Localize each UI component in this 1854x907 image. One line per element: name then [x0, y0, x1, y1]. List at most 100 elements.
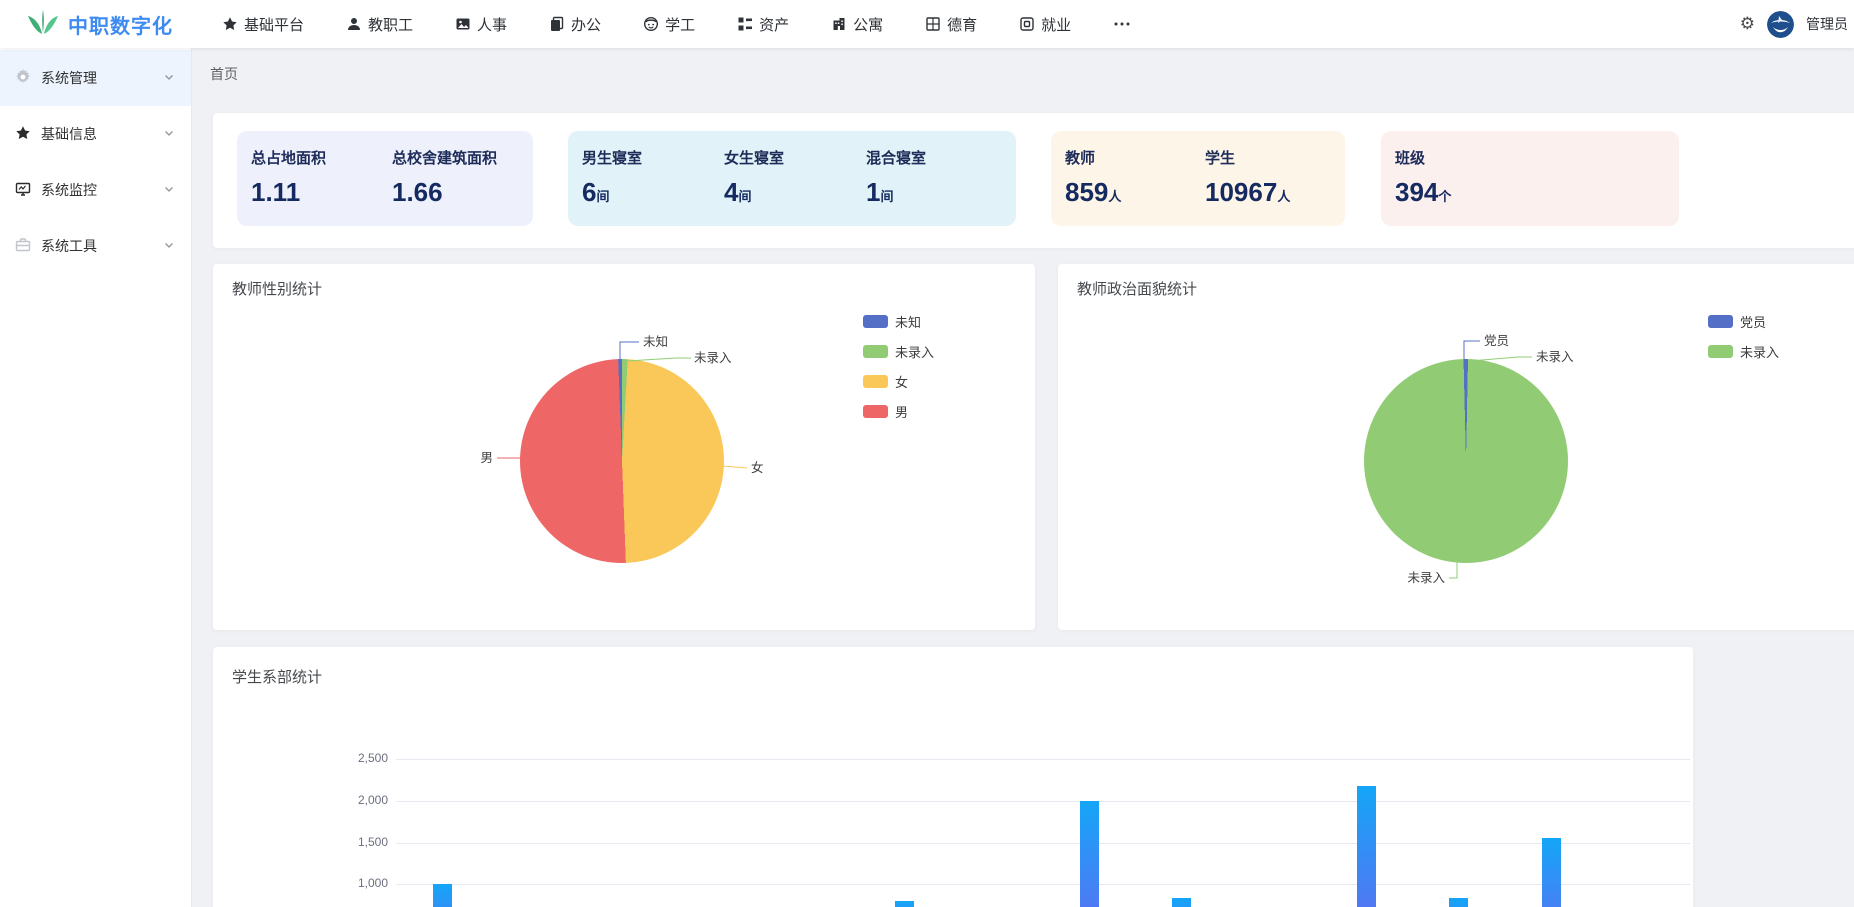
sidebar-item-label: 基础信息 — [41, 124, 153, 144]
legend-label: 男 — [895, 402, 908, 421]
nav-item-staff[interactable]: 教职工 — [346, 14, 413, 35]
stat-unit: 个 — [1438, 189, 1451, 204]
stat-unit: 间 — [880, 189, 893, 204]
building-icon — [831, 16, 847, 32]
nav-item-label: 资产 — [759, 14, 789, 35]
sidebar-item-system-tools[interactable]: 系统工具 — [0, 218, 191, 274]
legend-swatch — [863, 375, 888, 388]
monitor-icon — [15, 181, 31, 200]
stat: 总占地面积1.11 — [251, 147, 392, 226]
nav-item-label: 基础平台 — [244, 14, 304, 35]
bar-category-10 — [1357, 786, 1376, 907]
chart-title: 教师政治面貌统计 — [1077, 278, 1197, 299]
legend-swatch — [863, 345, 888, 358]
sidebar-item-system-monitor[interactable]: 系统监控 — [0, 162, 191, 218]
stat-label: 总校舍建筑面积 — [392, 147, 533, 168]
app-screen: 中职数字化 基础平台 教职工 人事 办公 学工 资产 公寓 德育 就业 ⚙ 管理员 系统管理基础… — [0, 0, 1854, 907]
face-icon — [643, 16, 659, 32]
nav-item-student-affairs[interactable]: 学工 — [643, 14, 695, 35]
chevron-down-icon — [163, 238, 175, 254]
legend-label: 女 — [895, 372, 908, 391]
gridline — [396, 843, 1690, 844]
stat: 男生寝室6间 — [582, 147, 724, 226]
nav-item-assets[interactable]: 资产 — [737, 14, 789, 35]
teacher-political-legend: 党员未录入 — [1708, 312, 1779, 361]
badge-icon — [1019, 16, 1035, 32]
stat: 班级394个 — [1395, 147, 1537, 226]
chevron-down-icon — [163, 126, 175, 142]
teacher-gender-legend: 未知未录入女男 — [863, 312, 934, 421]
stat-label: 教师 — [1065, 147, 1205, 168]
stat-label: 混合寝室 — [866, 147, 1008, 168]
briefcase-icon — [15, 237, 31, 256]
stat-value: 4间 — [724, 177, 866, 208]
sidebar-item-label: 系统工具 — [41, 236, 153, 256]
settings-gear-icon[interactable]: ⚙ — [1740, 14, 1755, 34]
legend-swatch — [863, 405, 888, 418]
nav-item-hr[interactable]: 人事 — [455, 14, 507, 35]
legend-item-未录入[interactable]: 未录入 — [863, 342, 934, 361]
chart-title: 学生系部统计 — [232, 666, 322, 687]
legend-item-未录入[interactable]: 未录入 — [1708, 342, 1779, 361]
stat-card-1: 男生寝室6间女生寝室 4间混合寝室 1间 — [568, 131, 1016, 226]
gridline — [396, 884, 1690, 885]
legend-swatch — [1708, 315, 1733, 328]
legend-item-女[interactable]: 女 — [863, 372, 934, 391]
nav-item-label: 教职工 — [368, 14, 413, 35]
plant-logo-icon — [26, 9, 60, 40]
breadcrumb[interactable]: 首页 — [210, 64, 238, 84]
user-icon — [346, 16, 362, 32]
sidebar-item-system-management[interactable]: 系统管理 — [0, 50, 191, 106]
stat: 学生10967人 — [1205, 147, 1345, 226]
nav-item-more[interactable] — [1113, 16, 1131, 32]
user-avatar[interactable] — [1767, 11, 1794, 38]
bar-category-11 — [1449, 898, 1468, 907]
legend-label: 未知 — [895, 312, 921, 331]
sidebar-item-label: 系统监控 — [41, 180, 153, 200]
y-axis-tick-label: 2,000 — [308, 793, 388, 807]
nav-item-label: 人事 — [477, 14, 507, 35]
y-axis-tick-label: 1,000 — [308, 876, 388, 890]
legend-swatch — [863, 315, 888, 328]
legend-item-男[interactable]: 男 — [863, 402, 934, 421]
stat-value: 859人 — [1065, 177, 1205, 208]
brand[interactable]: 中职数字化 — [0, 9, 196, 40]
bar-category-7 — [1080, 801, 1099, 907]
star-icon — [222, 16, 238, 32]
nav-item-base-platform[interactable]: 基础平台 — [222, 14, 304, 35]
nav-item-apartment[interactable]: 公寓 — [831, 14, 883, 35]
ellipsis-icon — [1113, 16, 1131, 32]
stat-label: 总占地面积 — [251, 147, 392, 168]
nav-item-office[interactable]: 办公 — [549, 14, 601, 35]
student-department-chart-card: 学生系部统计 — [213, 647, 1693, 907]
nav-item-moral-education[interactable]: 德育 — [925, 14, 977, 35]
chevron-down-icon — [163, 182, 175, 198]
stat-label: 女生寝室 — [724, 147, 866, 168]
gridline — [396, 759, 1690, 760]
stat: 女生寝室 4间 — [724, 147, 866, 226]
copy-icon — [549, 16, 565, 32]
stat-label: 男生寝室 — [582, 147, 724, 168]
legend-item-党员[interactable]: 党员 — [1708, 312, 1779, 331]
stat-unit: 人 — [1108, 189, 1121, 204]
sidebar-item-basic-info[interactable]: 基础信息 — [0, 106, 191, 162]
user-name[interactable]: 管理员 — [1806, 14, 1848, 34]
stat-card-3: 班级394个 — [1381, 131, 1679, 226]
nav-item-employment[interactable]: 就业 — [1019, 14, 1071, 35]
teacher-political-pie[interactable] — [1364, 359, 1568, 563]
legend-item-未知[interactable]: 未知 — [863, 312, 934, 331]
stat-value: 10967人 — [1205, 177, 1345, 208]
star-icon — [15, 125, 31, 144]
stat-value: 1间 — [866, 177, 1008, 208]
photo-icon — [455, 16, 471, 32]
summary-panel: 总占地面积1.11总校舍建筑面积 1.66 男生寝室6间女生寝室 4间混合寝室 1间 教师… — [213, 113, 1854, 248]
nav-right: ⚙ 管理员 — [1740, 0, 1848, 48]
legend-label: 未录入 — [895, 342, 934, 361]
nav-item-label: 学工 — [665, 14, 695, 35]
chevron-down-icon — [163, 70, 175, 86]
chart-title: 教师性别统计 — [232, 278, 322, 299]
stat: 教师 859人 — [1065, 147, 1205, 226]
sidebar-item-label: 系统管理 — [41, 68, 153, 88]
stat-value: 1.66 — [392, 177, 533, 208]
teacher-gender-pie[interactable] — [520, 359, 724, 563]
